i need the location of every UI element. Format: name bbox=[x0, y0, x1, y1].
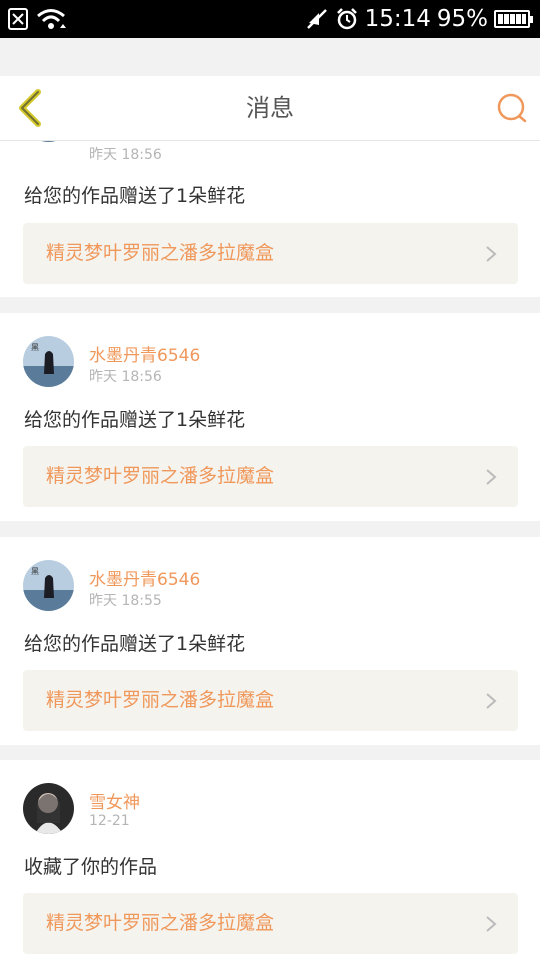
timestamp: 昨天 18:55 bbox=[89, 593, 162, 609]
action-text: 给您的作品赠送了1朵鲜花 bbox=[24, 185, 246, 207]
sim-icon bbox=[8, 8, 28, 30]
chevron-right-icon bbox=[486, 693, 497, 709]
svg-text:黑: 黑 bbox=[31, 343, 39, 352]
status-bar: 15:14 95% bbox=[0, 0, 540, 38]
battery-percent: 95% bbox=[436, 6, 488, 32]
work-link[interactable]: 精灵梦叶罗丽之潘多拉魔盒 bbox=[23, 893, 518, 954]
avatar[interactable] bbox=[23, 141, 74, 142]
avatar[interactable]: 黑 bbox=[23, 560, 74, 611]
timestamp: 昨天 18:56 bbox=[89, 369, 162, 385]
message-card: 雪女神 12-21 收藏了你的作品 精灵梦叶罗丽之潘多拉魔盒 bbox=[0, 760, 540, 960]
work-title: 精灵梦叶罗丽之潘多拉魔盒 bbox=[46, 689, 275, 711]
clock-time: 15:14 bbox=[364, 6, 431, 32]
work-title: 精灵梦叶罗丽之潘多拉魔盒 bbox=[46, 912, 275, 934]
username[interactable]: 水墨丹青6546 bbox=[89, 565, 200, 590]
alarm-icon bbox=[336, 8, 357, 30]
username[interactable]: 水墨丹青6546 bbox=[89, 341, 200, 366]
avatar[interactable]: 黑 bbox=[23, 336, 74, 387]
message-card: 黑 水墨丹青6546 昨天 18:55 给您的作品赠送了1朵鲜花 精灵梦叶罗丽之… bbox=[0, 537, 540, 745]
svg-text:黑: 黑 bbox=[31, 567, 39, 576]
wifi-icon bbox=[37, 9, 66, 29]
message-card: 昨天 18:56 给您的作品赠送了1朵鲜花 精灵梦叶罗丽之潘多拉魔盒 bbox=[0, 141, 540, 297]
avatar[interactable] bbox=[23, 783, 74, 834]
status-right: 15:14 95% bbox=[305, 4, 533, 34]
message-list[interactable]: 昨天 18:56 给您的作品赠送了1朵鲜花 精灵梦叶罗丽之潘多拉魔盒 黑 水墨丹… bbox=[0, 141, 540, 960]
search-icon[interactable] bbox=[496, 92, 528, 124]
action-text: 收藏了你的作品 bbox=[24, 856, 158, 878]
page-title: 消息 bbox=[246, 94, 294, 122]
timestamp: 12-21 bbox=[89, 813, 130, 829]
chevron-right-icon bbox=[486, 246, 497, 262]
timestamp: 昨天 18:56 bbox=[89, 147, 162, 163]
work-title: 精灵梦叶罗丽之潘多拉魔盒 bbox=[46, 465, 275, 487]
work-link[interactable]: 精灵梦叶罗丽之潘多拉魔盒 bbox=[23, 670, 518, 731]
mute-icon bbox=[306, 9, 327, 29]
battery-icon bbox=[494, 10, 533, 28]
action-text: 给您的作品赠送了1朵鲜花 bbox=[24, 409, 246, 431]
work-link[interactable]: 精灵梦叶罗丽之潘多拉魔盒 bbox=[23, 446, 518, 507]
chevron-right-icon bbox=[486, 469, 497, 485]
action-text: 给您的作品赠送了1朵鲜花 bbox=[24, 633, 246, 655]
work-link[interactable]: 精灵梦叶罗丽之潘多拉魔盒 bbox=[23, 223, 518, 284]
message-card: 黑 水墨丹青6546 昨天 18:56 给您的作品赠送了1朵鲜花 精灵梦叶罗丽之… bbox=[0, 313, 540, 521]
status-left bbox=[8, 8, 66, 30]
header-bar: 消息 bbox=[0, 76, 540, 141]
chevron-right-icon bbox=[486, 916, 497, 932]
work-title: 精灵梦叶罗丽之潘多拉魔盒 bbox=[46, 242, 275, 264]
username[interactable]: 雪女神 bbox=[89, 788, 140, 813]
